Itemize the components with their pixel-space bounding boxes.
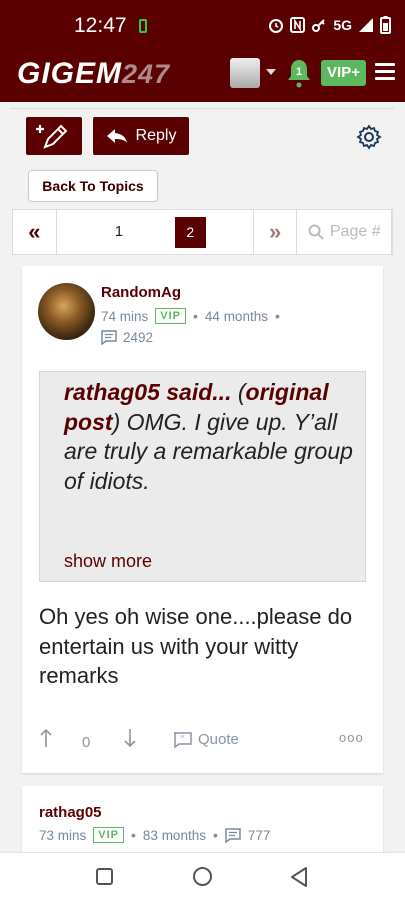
back-to-topics-button[interactable]: Back To Topics [28,170,158,202]
status-icons: 5G [268,16,391,34]
notification-bell-icon[interactable]: 1 [286,58,312,88]
avatar[interactable] [38,283,95,340]
search-icon [308,224,324,240]
post-username[interactable]: rathag05 [39,804,102,821]
compose-pencil-icon [36,124,68,149]
key-icon [312,19,326,32]
post-username[interactable]: RandomAg [101,284,181,301]
member-tenure: 83 months [142,827,206,843]
next-page-button[interactable]: » [254,210,298,254]
thread-toolbar: Reply [10,108,394,164]
quote-author[interactable]: rathag05 said... [64,379,231,405]
member-tenure: 44 months [204,308,268,324]
hamburger-menu-icon[interactable] [375,63,395,81]
nfc-icon [290,17,306,33]
more-options-icon[interactable]: ooo [339,730,364,745]
battery-saver-icon [139,19,147,33]
quote-button[interactable]: ” Quote [173,731,239,748]
upvote-arrow-icon[interactable] [39,728,53,748]
vip-plus-button[interactable]: VIP+ [321,60,366,86]
page-jump-placeholder: Page # [329,223,381,240]
chevron-down-icon[interactable] [266,69,276,75]
post-body: Oh yes oh wise one....please do entertai… [39,604,353,688]
gear-icon[interactable] [356,124,382,150]
quote-icon: ” [174,731,192,748]
quote-text: rathag05 said... (original post) OMG. I … [64,379,353,494]
site-header: GIGEM247 1 VIP+ [0,52,405,102]
vip-badge: VIP [155,308,187,324]
svg-text:”: ” [181,734,184,744]
vote-score: 0 [82,734,91,751]
post-time: 73 mins [39,827,87,843]
post-meta: 73 mins VIP • 83 months • 777 [39,827,271,843]
post-count-value: 777 [247,827,271,843]
post-card: rathag05 73 mins VIP • 83 months • 777 [22,786,383,856]
network-type: 5G [333,17,352,33]
current-page[interactable]: 2 [174,217,206,248]
post-actions: 0 ” Quote ooo [39,728,367,754]
post-count-value: 2492 [123,330,154,345]
recent-apps-icon[interactable] [96,868,113,885]
site-logo[interactable]: GIGEM247 [17,57,170,91]
post-card: RandomAg 74 mins VIP • 44 months • 2492 … [22,266,383,773]
page-1-link[interactable]: 1 [115,223,123,240]
reply-label: Reply [135,127,177,144]
back-icon[interactable] [289,866,309,888]
alarm-icon [269,19,284,33]
reply-arrow-icon [106,129,127,143]
comment-icon [225,827,241,843]
notification-count: 1 [296,66,302,78]
status-bar: 12:47 5G [0,0,405,52]
pagination: « 1 2 » Page # [12,209,393,255]
post-time: 74 mins [101,308,149,324]
post-count: 2492 [101,330,153,345]
new-topic-button[interactable] [26,117,82,155]
quoted-post: rathag05 said... (original post) OMG. I … [39,371,366,582]
home-icon[interactable] [193,867,212,886]
status-time: 12:47 [74,14,127,37]
signal-icon [359,18,373,32]
show-more-link[interactable]: show more [64,551,152,572]
downvote-arrow-icon[interactable] [123,728,137,748]
system-nav-bar [0,852,405,900]
reply-button[interactable]: Reply [93,117,189,155]
user-avatar-button[interactable] [230,58,260,88]
vip-badge: VIP [93,827,125,843]
battery-icon [380,16,391,34]
page-numbers: 1 2 [57,210,254,254]
quote-label: Quote [198,731,239,748]
post-meta: 74 mins VIP • 44 months • [101,308,280,324]
first-page-button[interactable]: « [13,210,57,254]
comment-icon [101,330,117,345]
page-jump-input[interactable]: Page # [297,210,392,254]
